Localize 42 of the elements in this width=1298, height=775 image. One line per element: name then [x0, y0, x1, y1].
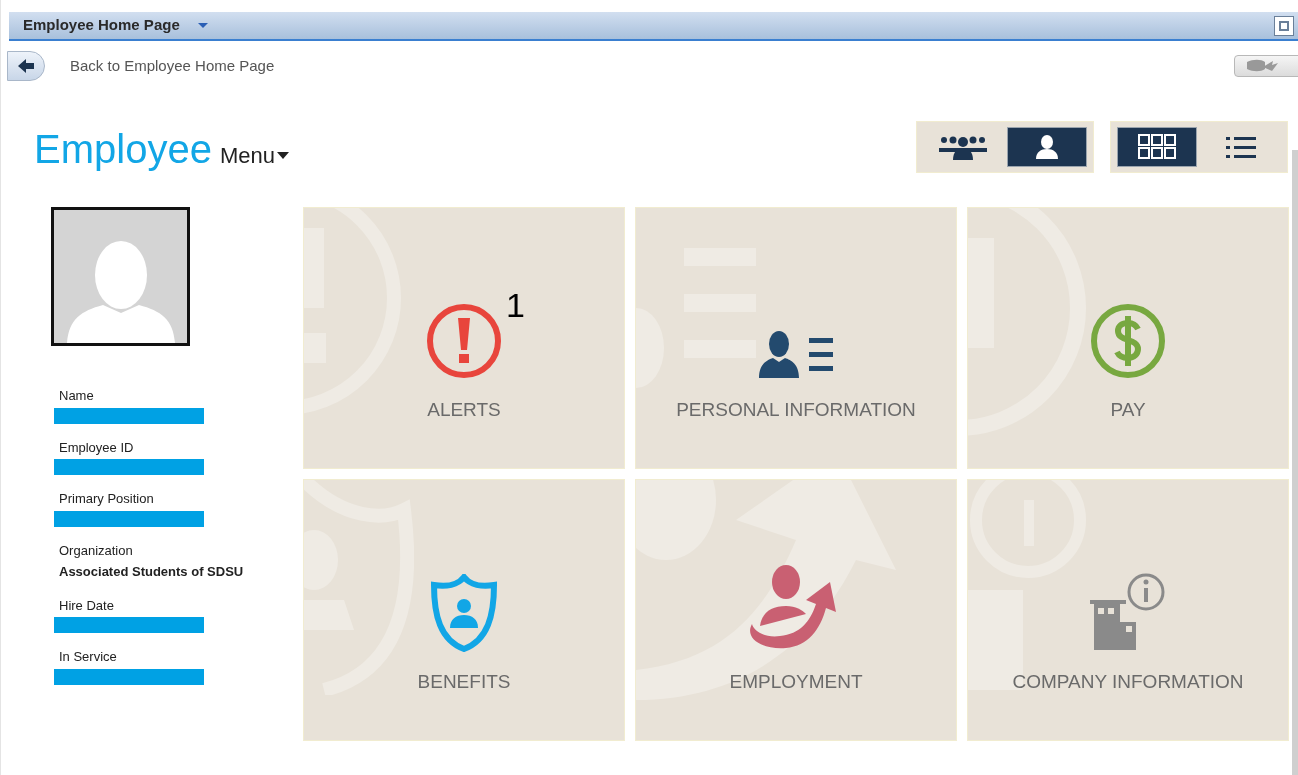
toolbar-button[interactable]	[1234, 55, 1298, 77]
back-arrow-icon	[18, 59, 34, 73]
menu-dropdown[interactable]: Menu	[219, 139, 289, 172]
menu-tile[interactable]: COMPANY INFORMATION	[967, 479, 1289, 741]
back-button[interactable]	[7, 51, 45, 81]
dollar-icon	[1089, 302, 1167, 380]
tile-label: EMPLOYMENT	[729, 670, 863, 694]
field-label: Hire Date	[59, 596, 115, 615]
tile-label: ALERTS	[427, 398, 501, 422]
view-toggle[interactable]	[1117, 127, 1197, 167]
shield-person-icon	[430, 574, 498, 652]
share-icon	[1245, 59, 1279, 73]
alert-icon	[425, 302, 503, 380]
field-value: Associated Students of SDSU	[59, 563, 245, 581]
list-icon	[1226, 135, 1256, 159]
person-icon	[1036, 135, 1058, 159]
view-toggle[interactable]	[1007, 127, 1087, 167]
tile-label: COMPANY INFORMATION	[1012, 670, 1244, 694]
field-label: Name	[59, 387, 95, 405]
tile-label: PAY	[1110, 398, 1146, 422]
menu-tile[interactable]: PERSONAL INFORMATION	[635, 207, 957, 469]
tile-label: BENEFITS	[417, 670, 511, 694]
field-label: Employee ID	[59, 438, 135, 457]
alert-count: 1	[506, 288, 525, 322]
menu-tile[interactable]: BENEFITS	[303, 479, 625, 741]
window-title: Employee Home Page	[23, 15, 180, 36]
person-list-icon	[757, 330, 835, 380]
grid-icon	[1138, 134, 1176, 160]
menu-tile[interactable]: 1 ALERTS	[303, 207, 625, 469]
restore-icon[interactable]	[1274, 15, 1294, 36]
silhouette-icon	[66, 241, 175, 343]
group-icon	[939, 134, 987, 160]
caret-icon[interactable]	[197, 22, 208, 29]
page-heading: Employee	[34, 129, 212, 169]
menu-tile[interactable]: PAY	[967, 207, 1289, 469]
tile-label: PERSONAL INFORMATION	[676, 398, 916, 422]
menu-tile[interactable]: EMPLOYMENT	[635, 479, 957, 741]
back-link[interactable]: Back to Employee Home Page	[70, 54, 275, 78]
field-label: In Service	[59, 648, 118, 666]
caret-icon	[276, 152, 289, 159]
field-label: Organization	[59, 541, 134, 560]
field-label: Primary Position	[59, 490, 155, 508]
